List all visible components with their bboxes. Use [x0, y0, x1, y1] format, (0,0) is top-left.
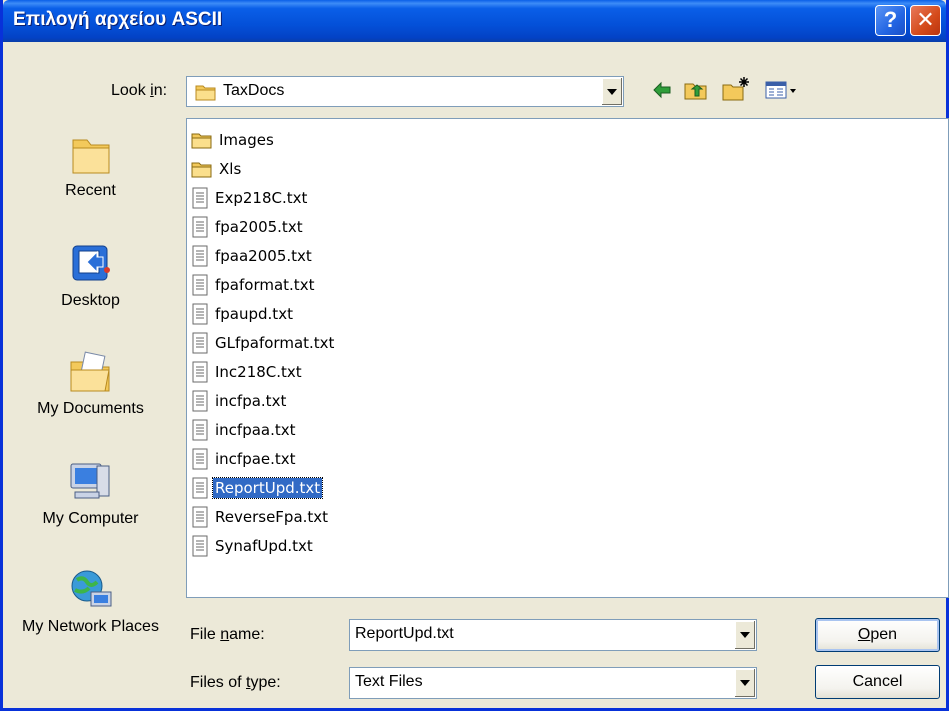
text-file-icon: [192, 361, 208, 383]
file-item[interactable]: fpaformat.txt: [191, 272, 316, 298]
file-item[interactable]: fpaupd.txt: [191, 301, 295, 327]
files-of-type-value: Text Files: [355, 673, 423, 690]
file-item[interactable]: GLfpaformat.txt: [191, 330, 336, 356]
text-file-icon: [192, 448, 208, 470]
file-name-dropdown-arrow[interactable]: [734, 621, 755, 649]
place-recent[interactable]: Recent: [13, 130, 168, 200]
back-arrow-icon[interactable]: [651, 80, 673, 100]
file-item[interactable]: incfpa.txt: [191, 388, 288, 414]
text-file-icon: [192, 390, 208, 412]
place-desktop[interactable]: Desktop: [13, 240, 168, 310]
place-my-computer[interactable]: My Computer: [13, 458, 168, 528]
file-item-name: Inc218C.txt: [215, 363, 302, 381]
file-item[interactable]: fpa2005.txt: [191, 214, 305, 240]
open-button[interactable]: Open: [815, 618, 940, 652]
folder-item[interactable]: Xls: [191, 156, 243, 182]
text-file-icon: [192, 535, 208, 557]
file-item-name: Xls: [219, 160, 242, 178]
file-item-name: GLfpaformat.txt: [215, 334, 335, 352]
text-file-icon: [192, 419, 208, 441]
file-item-name: Images: [219, 131, 274, 149]
file-item-name: fpaupd.txt: [215, 305, 293, 323]
file-item-name: Exp218C.txt: [215, 189, 308, 207]
look-in-value: TaxDocs: [223, 82, 285, 99]
look-in-label: Look in:: [111, 82, 168, 99]
up-folder-icon[interactable]: [684, 80, 708, 100]
text-file-icon: [192, 303, 208, 325]
recent-folder-icon: [72, 139, 109, 174]
my-computer-icon: [70, 463, 109, 499]
text-file-icon: [192, 216, 208, 238]
file-name-label: File name:: [190, 626, 265, 643]
text-file-icon: [192, 477, 208, 499]
files-of-type-dropdown-arrow[interactable]: [734, 669, 755, 697]
file-item-name: fpa2005.txt: [215, 218, 303, 236]
file-item[interactable]: fpaa2005.txt: [191, 243, 314, 269]
file-item-name: ReverseFpa.txt: [215, 508, 329, 526]
file-name-value[interactable]: ReportUpd.txt: [355, 625, 454, 643]
text-file-icon: [192, 187, 208, 209]
files-of-type-label: Files of type:: [190, 674, 281, 691]
text-file-icon: [192, 506, 208, 528]
file-item[interactable]: incfpaa.txt: [191, 417, 298, 443]
file-item[interactable]: ReverseFpa.txt: [191, 504, 330, 530]
view-menu-icon[interactable]: [765, 80, 797, 100]
place-network[interactable]: My Network Places: [13, 566, 168, 636]
folder-icon: [195, 85, 216, 101]
file-item-name: SynafUpd.txt: [215, 537, 313, 555]
file-list[interactable]: Images Xls Exp218C.txt fpa2005.txt fpaa2005.…: [186, 118, 949, 598]
file-item[interactable]: incfpae.txt: [191, 446, 298, 472]
folder-icon: [191, 133, 212, 149]
file-item[interactable]: Exp218C.txt: [191, 185, 309, 211]
file-item-name: incfpa.txt: [215, 392, 287, 410]
text-file-icon: [192, 245, 208, 267]
place-my-documents[interactable]: My Documents: [13, 348, 168, 418]
cancel-button[interactable]: Cancel: [815, 665, 940, 699]
file-item-name: fpaformat.txt: [215, 276, 315, 294]
file-item-name: fpaa2005.txt: [215, 247, 312, 265]
places-bar: Recent Desktop My Documents My Computer …: [13, 116, 168, 692]
file-item-name: ReportUpd.txt: [211, 477, 324, 499]
file-item-name: incfpaa.txt: [215, 421, 296, 439]
network-places-icon: [71, 570, 111, 607]
title-bar[interactable]: Επιλογή αρχείου ASCII ? ✕: [3, 0, 946, 42]
my-documents-icon: [70, 351, 110, 392]
folder-icon: [191, 162, 212, 178]
file-item[interactable]: ReportUpd.txt: [191, 475, 324, 501]
file-item[interactable]: Inc218C.txt: [191, 359, 304, 385]
file-item-name: incfpae.txt: [215, 450, 296, 468]
close-button[interactable]: ✕: [910, 5, 941, 36]
file-name-field[interactable]: ReportUpd.txt: [349, 619, 757, 651]
new-folder-icon[interactable]: [721, 76, 751, 102]
dialog-title: Επιλογή αρχείου ASCII: [13, 9, 223, 30]
look-in-dropdown-arrow[interactable]: [601, 78, 622, 105]
file-item[interactable]: SynafUpd.txt: [191, 533, 315, 559]
text-file-icon: [192, 274, 208, 296]
text-file-icon: [192, 332, 208, 354]
file-open-dialog: Επιλογή αρχείου ASCII ? ✕ Look in: TaxDo…: [0, 0, 949, 711]
folder-item[interactable]: Images: [191, 127, 276, 153]
help-button[interactable]: ?: [875, 5, 906, 36]
desktop-icon: [72, 245, 110, 281]
files-of-type-dropdown[interactable]: Text Files: [349, 667, 757, 699]
look-in-dropdown[interactable]: TaxDocs: [186, 76, 624, 107]
